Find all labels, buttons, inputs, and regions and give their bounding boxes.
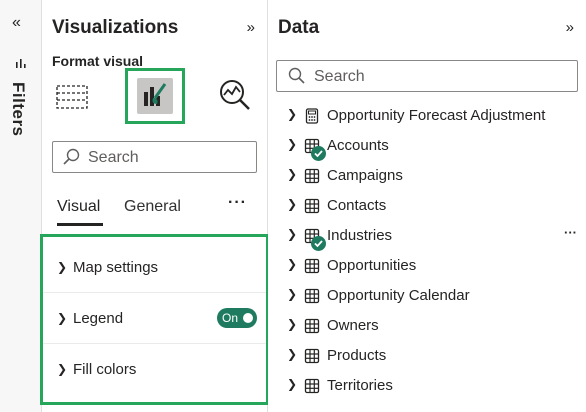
table-label: Opportunity Forecast Adjustment — [327, 107, 546, 124]
table-row[interactable]: ❯ Accounts — [268, 131, 586, 161]
analytics-magnifier-icon[interactable] — [218, 78, 252, 112]
table-row[interactable]: ❯ Opportunities — [268, 251, 586, 281]
calculator-icon — [304, 108, 320, 124]
table-label: Opportunity Calendar — [327, 287, 470, 304]
search-icon — [62, 148, 80, 171]
card-label: Legend — [73, 310, 124, 327]
chevron-right-icon[interactable]: ❯ — [287, 347, 297, 361]
paintbrush-chart-icon — [137, 78, 173, 114]
table-row[interactable]: ❯ Opportunity Calendar — [268, 281, 586, 311]
table-row[interactable]: ❯ Campaigns — [268, 161, 586, 191]
filters-pane: « Filters — [0, 0, 42, 412]
checkmark-icon — [311, 236, 326, 251]
card-fill-colors[interactable]: ❯ Fill colors — [43, 344, 266, 395]
table-icon — [304, 318, 320, 334]
chevron-right-icon[interactable]: ❯ — [287, 287, 297, 301]
data-search-input[interactable]: Search — [276, 60, 578, 92]
table-row[interactable]: ❯ Territories — [268, 371, 586, 401]
more-options-button[interactable]: ··· — [228, 194, 247, 212]
table-row[interactable]: ❯ Owners — [268, 311, 586, 341]
table-row[interactable]: ❯ Industries ··· — [268, 221, 586, 251]
data-pane: Data » Search ❯ Opportunity Forecast Adju… — [268, 0, 586, 412]
visual-search-input[interactable]: Search — [52, 141, 257, 173]
table-icon — [304, 288, 320, 304]
legend-toggle[interactable]: On — [217, 308, 257, 328]
row-more-options-button[interactable]: ··· — [564, 225, 577, 240]
expand-data-icon[interactable]: » — [566, 19, 574, 36]
tab-visual-underline — [57, 223, 103, 226]
chevron-right-icon[interactable]: ❯ — [287, 197, 297, 211]
table-row[interactable]: ❯ Products — [268, 341, 586, 371]
table-label: Accounts — [327, 137, 389, 154]
chevron-right-icon: ❯ — [57, 311, 68, 325]
table-row[interactable]: ❯ Contacts — [268, 191, 586, 221]
tab-visual[interactable]: Visual — [57, 198, 100, 216]
table-label: Opportunities — [327, 257, 417, 274]
table-icon — [304, 258, 320, 274]
filters-label[interactable]: Filters — [8, 82, 28, 137]
table-icon — [304, 198, 320, 214]
visualizations-title: Visualizations — [52, 17, 179, 38]
filter-icon — [15, 56, 27, 74]
table-row[interactable]: ❯ Opportunity Forecast Adjustment — [268, 101, 586, 131]
table-label: Industries — [327, 227, 393, 244]
chevron-right-icon[interactable]: ❯ — [287, 167, 297, 181]
chevron-right-icon: ❯ — [57, 362, 68, 376]
table-label: Contacts — [327, 197, 387, 214]
card-legend[interactable]: ❯ Legend On — [43, 293, 266, 344]
card-label: Fill colors — [73, 361, 137, 378]
table-label: Owners — [327, 317, 379, 334]
expand-visualizations-icon[interactable]: » — [247, 19, 255, 36]
chevron-right-icon[interactable]: ❯ — [287, 107, 297, 121]
chevron-right-icon[interactable]: ❯ — [287, 377, 297, 391]
card-map-settings[interactable]: ❯ Map settings — [43, 242, 266, 293]
checkmark-icon — [311, 146, 326, 161]
table-icon — [304, 168, 320, 184]
search-placeholder: Search — [88, 149, 139, 166]
table-icon — [304, 378, 320, 394]
search-placeholder: Search — [314, 68, 365, 85]
tab-general[interactable]: General — [124, 198, 181, 216]
table-label: Products — [327, 347, 387, 364]
chevron-right-icon[interactable]: ❯ — [287, 317, 297, 331]
toggle-knob — [243, 313, 253, 323]
card-label: Map settings — [73, 259, 159, 276]
table-icon — [304, 348, 320, 364]
collapse-filters-icon[interactable]: « — [12, 14, 21, 32]
table-label: Territories — [327, 377, 393, 394]
build-visual-icon[interactable] — [54, 80, 90, 112]
format-visual-button[interactable] — [125, 68, 185, 124]
chevron-right-icon[interactable]: ❯ — [287, 137, 297, 151]
table-label: Campaigns — [327, 167, 403, 184]
search-icon — [288, 67, 306, 90]
chevron-right-icon: ❯ — [57, 260, 68, 274]
toggle-state: On — [222, 311, 239, 325]
chevron-right-icon[interactable]: ❯ — [287, 227, 297, 241]
format-cards: ❯ Map settings ❯ Legend On ❯ Fill colors — [40, 234, 269, 405]
format-visual-label: Format visual — [52, 53, 144, 69]
visualizations-pane: Visualizations » Format visual Search Vi… — [40, 0, 269, 412]
data-title: Data — [278, 17, 320, 38]
chevron-right-icon[interactable]: ❯ — [287, 257, 297, 271]
